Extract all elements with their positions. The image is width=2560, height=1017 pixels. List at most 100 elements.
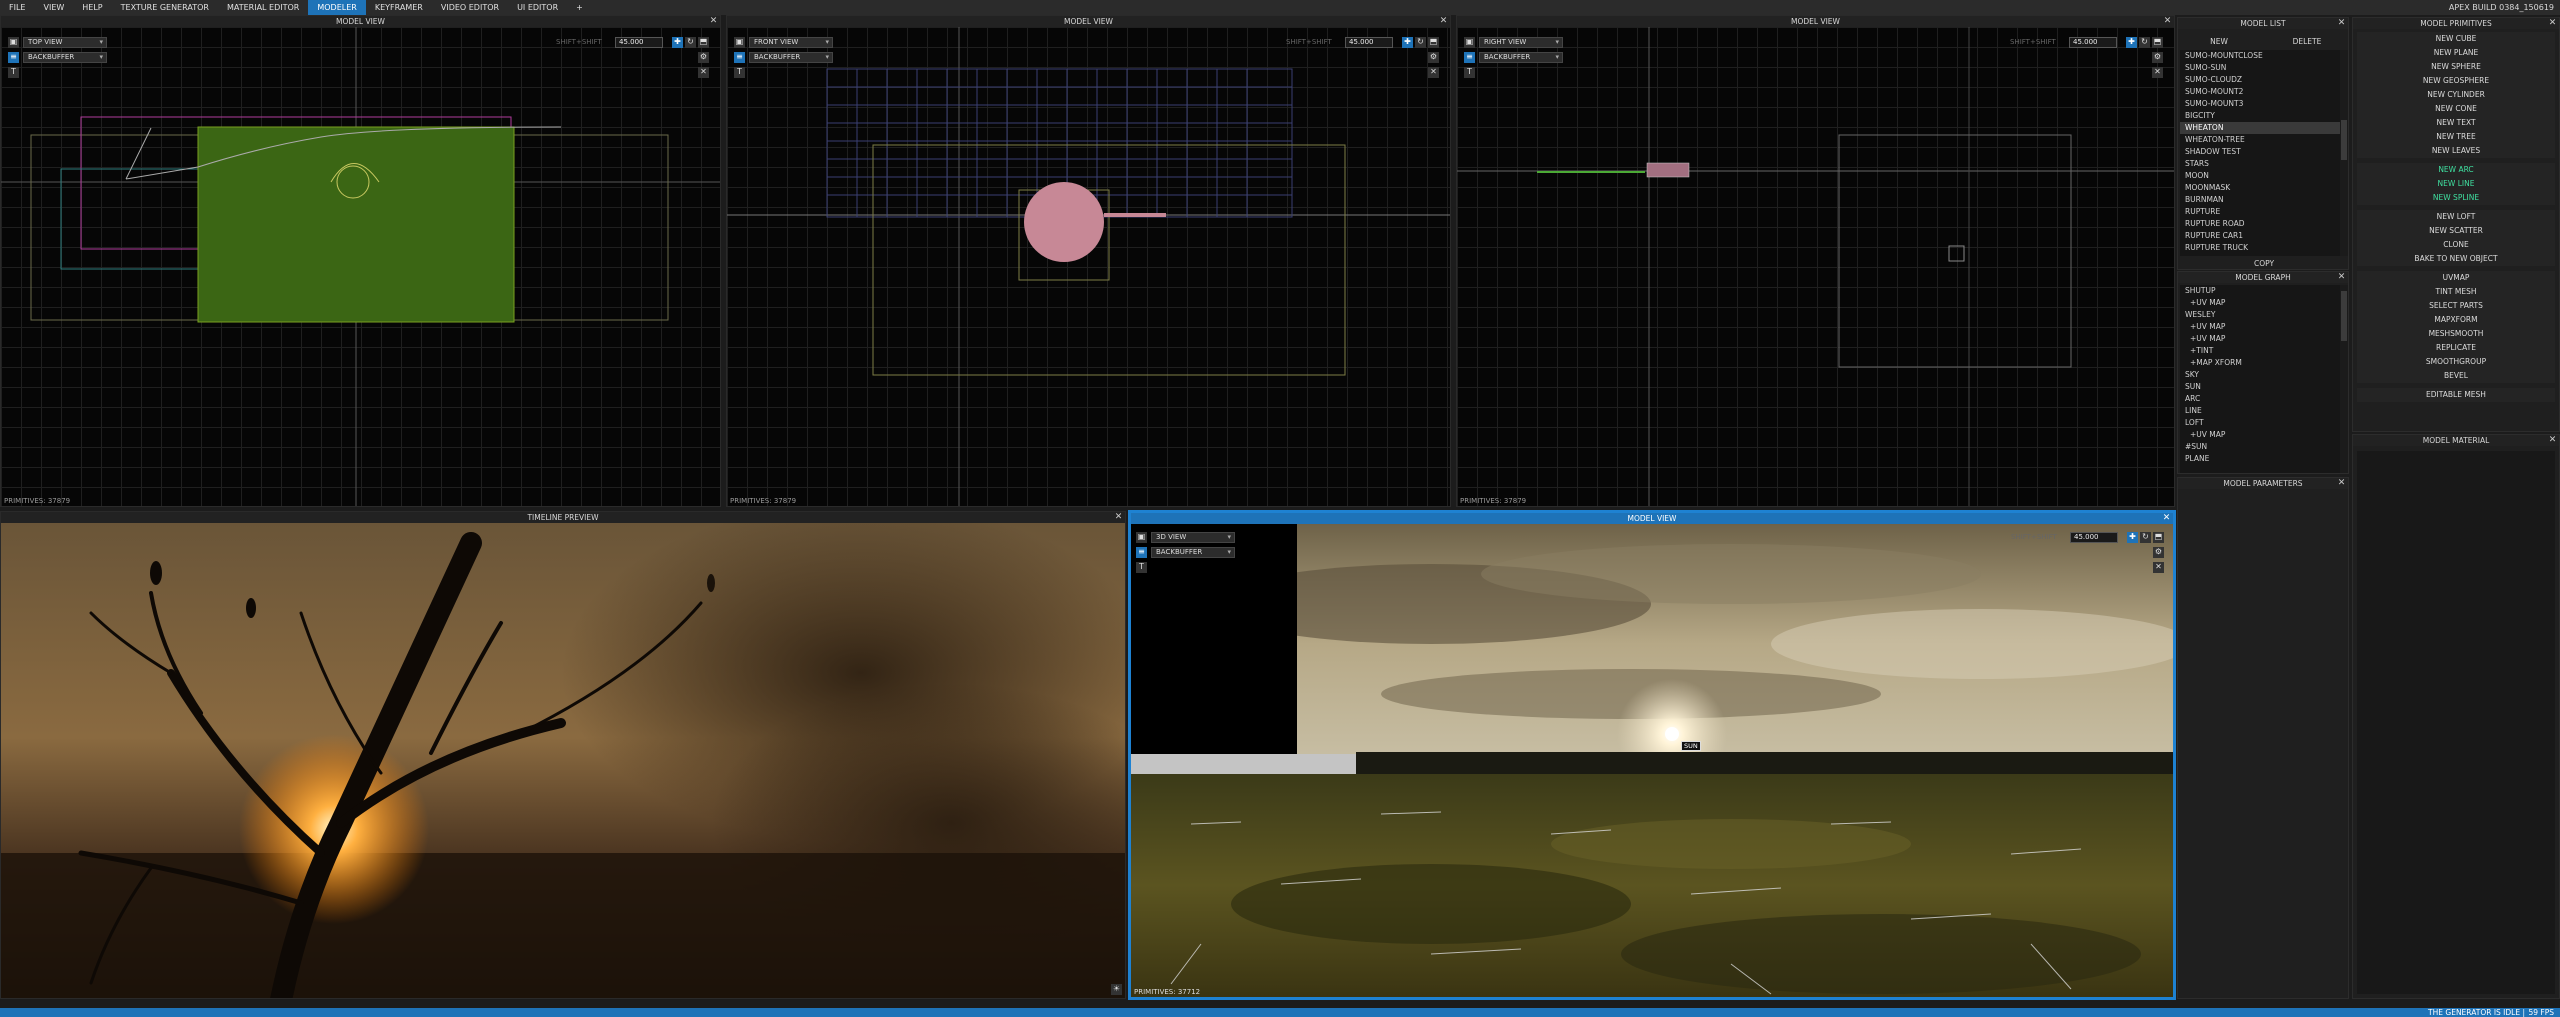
bevel-button[interactable]: BEVEL [2357,369,2555,383]
menu-item-texture-generator[interactable]: TEXTURE GENERATOR [112,0,218,15]
list-item[interactable]: RUPTURE CAR1 [2180,230,2348,242]
camera-icon[interactable]: ▣ [734,37,745,48]
replicate-button[interactable]: REPLICATE [2357,341,2555,355]
refresh-icon[interactable]: ↻ [1415,37,1426,48]
uvmap-button[interactable]: UVMAP [2357,271,2555,285]
list-item[interactable]: MOONMASK [2180,182,2348,194]
new-model-button[interactable]: NEW [2180,35,2258,48]
list-item[interactable]: SUMO-SUN [2180,62,2348,74]
fov-input[interactable]: 45.000 [2070,532,2118,543]
buffer-dropdown[interactable]: BACKBUFFER ▾ [749,52,833,63]
graph-node[interactable]: ARC [2180,393,2348,405]
close-icon[interactable]: ✕ [2337,18,2346,29]
menu-item-view[interactable]: VIEW [34,0,73,15]
graph-node[interactable]: +TINT [2180,345,2348,357]
maximize-icon[interactable]: ⬒ [698,37,709,48]
reset-icon[interactable]: ✕ [2152,67,2163,78]
settings-icon[interactable]: ⚙ [2152,52,2163,63]
view-mode-dropdown[interactable]: RIGHT VIEW ▾ [1479,37,1563,48]
new-geosphere-button[interactable]: NEW GEOSPHERE [2357,74,2555,88]
list-item[interactable]: BURNMAN [2180,194,2348,206]
menu-item-file[interactable]: FILE [0,0,34,15]
graph-node[interactable]: WESLEY [2180,309,2348,321]
new-loft-button[interactable]: NEW LOFT [2357,210,2555,224]
close-icon[interactable]: ✕ [2162,513,2171,524]
graph-node[interactable]: SKY [2180,369,2348,381]
model-list-scrollbar[interactable] [2340,50,2348,256]
text-tool-icon[interactable]: T [8,67,19,78]
new-spline-button[interactable]: NEW SPLINE [2357,191,2555,205]
move-icon[interactable]: ✚ [672,37,683,48]
reset-icon[interactable]: ✕ [698,67,709,78]
graph-node[interactable]: +UV MAP [2180,321,2348,333]
new-cube-button[interactable]: NEW CUBE [2357,32,2555,46]
close-icon[interactable]: ✕ [1439,16,1448,27]
graph-node[interactable]: LOFT [2180,417,2348,429]
buffer-dropdown[interactable]: BACKBUFFER ▾ [1151,547,1235,558]
reset-icon[interactable]: ✕ [1428,67,1439,78]
reset-icon[interactable]: ✕ [2153,562,2164,573]
mapxform-button[interactable]: MAPXFORM [2357,313,2555,327]
menu-item-material-editor[interactable]: MATERIAL EDITOR [218,0,308,15]
right-viewport[interactable] [1457,27,2174,506]
editable-mesh-button[interactable]: EDITABLE MESH [2357,388,2555,402]
3d-viewport[interactable]: SUN [1131,524,2173,997]
graph-node[interactable]: SUN [2180,381,2348,393]
model-list[interactable]: SUMO-MOUNTCLOSE SUMO-SUN SUMO-CLOUDZ SUMO-M… [2180,50,2348,256]
graph-node[interactable]: +UV MAP [2180,333,2348,345]
refresh-icon[interactable]: ↻ [685,37,696,48]
tint-mesh-button[interactable]: TINT MESH [2357,285,2555,299]
light-icon[interactable]: ☀ [1111,984,1122,995]
buffer-dropdown[interactable]: BACKBUFFER ▾ [1479,52,1563,63]
menu-item-video-editor[interactable]: VIDEO EDITOR [432,0,508,15]
graph-node[interactable]: SHUTUP [2180,285,2348,297]
graph-node[interactable]: +MAP XFORM [2180,357,2348,369]
text-tool-icon[interactable]: T [1136,562,1147,573]
close-icon[interactable]: ✕ [2163,16,2172,27]
list-item[interactable]: MOON [2180,170,2348,182]
list-item[interactable]: BIGCITY [2180,110,2348,122]
bake-to-new-object-button[interactable]: BAKE TO NEW OBJECT [2357,252,2555,266]
move-icon[interactable]: ✚ [2127,532,2138,543]
graph-node[interactable]: +UV MAP [2180,429,2348,441]
new-cylinder-button[interactable]: NEW CYLINDER [2357,88,2555,102]
smoothgroup-button[interactable]: SMOOTHGROUP [2357,355,2555,369]
model-graph-scrollbar[interactable] [2340,285,2348,473]
close-icon[interactable]: ✕ [2337,478,2346,489]
menu-item-modeler[interactable]: MODELER [308,0,366,15]
new-plane-button[interactable]: NEW PLANE [2357,46,2555,60]
new-line-button[interactable]: NEW LINE [2357,177,2555,191]
list-item[interactable]: SUMO-MOUNT3 [2180,98,2348,110]
new-cone-button[interactable]: NEW CONE [2357,102,2555,116]
settings-icon[interactable]: ⚙ [1428,52,1439,63]
text-tool-icon[interactable]: T [734,67,745,78]
graph-node[interactable]: #SUN [2180,441,2348,453]
refresh-icon[interactable]: ↻ [2139,37,2150,48]
view-mode-dropdown[interactable]: TOP VIEW ▾ [23,37,107,48]
meshsmooth-button[interactable]: MESHSMOOTH [2357,327,2555,341]
list-item[interactable]: RUPTURE TRUCK [2180,242,2348,254]
move-icon[interactable]: ✚ [1402,37,1413,48]
layers-icon[interactable]: ≡ [8,52,19,63]
new-sphere-button[interactable]: NEW SPHERE [2357,60,2555,74]
list-item[interactable]: SUMO-CLOUDZ [2180,74,2348,86]
menu-item-ui-editor[interactable]: UI EDITOR [508,0,567,15]
fov-input[interactable]: 45.000 [1345,37,1393,48]
view-mode-dropdown[interactable]: FRONT VIEW ▾ [749,37,833,48]
maximize-icon[interactable]: ⬒ [2153,532,2164,543]
settings-icon[interactable]: ⚙ [698,52,709,63]
graph-node[interactable]: PLANE [2180,453,2348,465]
new-text-button[interactable]: NEW TEXT [2357,116,2555,130]
camera-icon[interactable]: ▣ [1136,532,1147,543]
graph-node[interactable]: LINE [2180,405,2348,417]
clone-button[interactable]: CLONE [2357,238,2555,252]
close-icon[interactable]: ✕ [2548,435,2557,446]
list-item[interactable]: RUPTURE [2180,206,2348,218]
graph-node[interactable]: +UV MAP [2180,297,2348,309]
close-icon[interactable]: ✕ [2337,272,2346,283]
layers-icon[interactable]: ≡ [734,52,745,63]
camera-icon[interactable]: ▣ [1464,37,1475,48]
list-item[interactable]: WHEATON [2180,122,2348,134]
camera-icon[interactable]: ▣ [8,37,19,48]
close-icon[interactable]: ✕ [2548,18,2557,29]
